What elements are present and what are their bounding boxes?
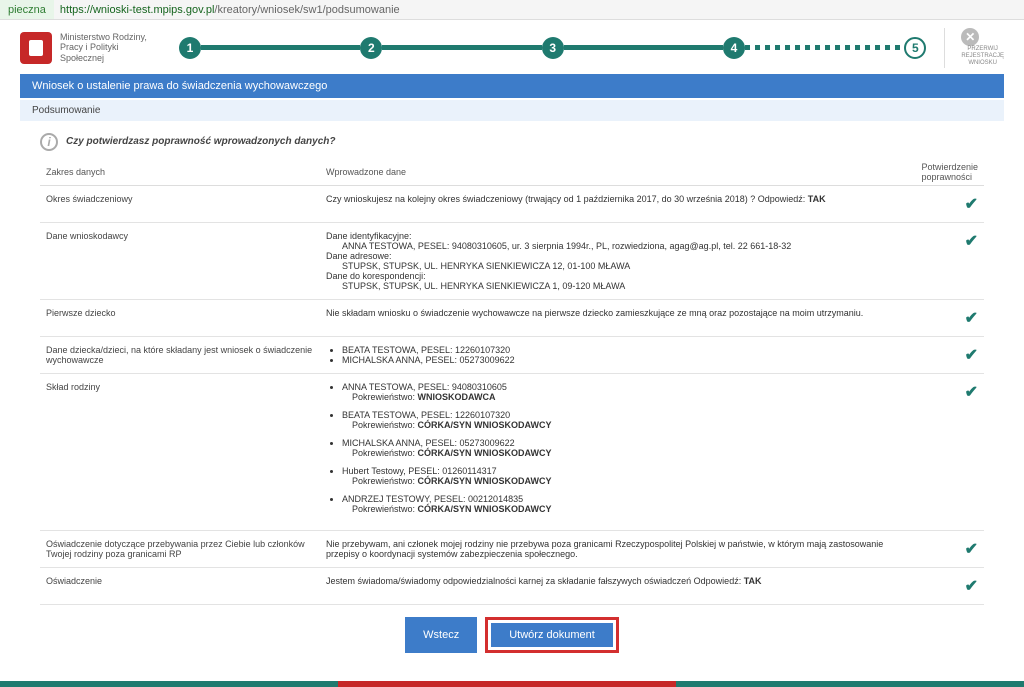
list-item: BEATA TESTOWA, PESEL: 12260107320: [342, 345, 909, 355]
list-item: BEATA TESTOWA, PESEL: 12260107320Pokrewi…: [342, 410, 909, 430]
shield-icon: [20, 32, 52, 64]
url-text[interactable]: https://wnioski-test.mpips.gov.pl/kreato…: [54, 4, 400, 16]
step-4[interactable]: 4: [723, 37, 745, 59]
check-icon: ✔: [965, 384, 978, 401]
label-dzieci: Dane dziecka/dzieci, na które składany j…: [40, 336, 320, 373]
header-data: Wprowadzone dane: [320, 159, 915, 186]
info-icon: i: [40, 133, 58, 151]
stepper: 1 2 3 4 5: [179, 37, 926, 59]
data-pierwsze: Nie składam wniosku o świadczenie wychow…: [320, 299, 915, 336]
logo-line2: Pracy i Polityki Społecznej: [60, 42, 155, 64]
highlight-frame: Utwórz dokument: [485, 617, 619, 653]
url-path: /kreatory/wniosek/sw1/podsumowanie: [214, 4, 399, 16]
check-icon: ✔: [965, 347, 978, 364]
header-range: Zakres danych: [40, 159, 320, 186]
step-bar-3: [564, 45, 723, 50]
ministry-logo: Ministerstwo Rodziny, Pracy i Polityki S…: [20, 32, 155, 64]
confirm-row: i Czy potwierdzasz poprawność wprowadzon…: [40, 129, 984, 159]
page-subtitle: Podsumowanie: [20, 100, 1004, 121]
check-icon: ✔: [965, 578, 978, 595]
list-item: MICHALSKA ANNA, PESEL: 05273009622Pokrew…: [342, 438, 909, 458]
footer-bar: [0, 681, 1024, 687]
step-bar-4: [745, 45, 904, 50]
list-item: ANNA TESTOWA, PESEL: 94080310605Pokrewie…: [342, 382, 909, 402]
create-document-button[interactable]: Utwórz dokument: [491, 623, 613, 647]
page-title: Wniosek o ustalenie prawa do świadczenia…: [20, 74, 1004, 98]
cancel-area[interactable]: ✕ PRZERWIJ REJESTRACJĘ WNIOSKU: [944, 28, 1004, 68]
row-dzieci: Dane dziecka/dzieci, na które składany j…: [40, 336, 984, 373]
row-okres: Okres świadczeniowy Czy wnioskujesz na k…: [40, 185, 984, 222]
cancel-label: PRZERWIJ REJESTRACJĘ WNIOSKU: [961, 46, 1004, 68]
close-icon[interactable]: ✕: [961, 28, 979, 46]
confirm-question: Czy potwierdzasz poprawność wprowadzonyc…: [66, 136, 335, 147]
step-bar-2: [382, 45, 541, 50]
back-button[interactable]: Wstecz: [405, 617, 477, 653]
check-icon: ✔: [965, 196, 978, 213]
label-pierwsze: Pierwsze dziecko: [40, 299, 320, 336]
data-okres: Czy wnioskujesz na kolejny okres świadcz…: [320, 185, 915, 222]
data-wniosk: Dane identyfikacyjne: ANNA TESTOWA, PESE…: [320, 222, 915, 299]
step-1[interactable]: 1: [179, 37, 201, 59]
content: i Czy potwierdzasz poprawność wprowadzon…: [40, 129, 984, 673]
check-icon: ✔: [965, 233, 978, 250]
step-2[interactable]: 2: [360, 37, 382, 59]
label-wniosk: Dane wnioskodawcy: [40, 222, 320, 299]
label-osw-rp: Oświadczenie dotyczące przebywania przez…: [40, 530, 320, 567]
label-osw: Oświadczenie: [40, 567, 320, 604]
row-wnioskodawca: Dane wnioskodawcy Dane identyfikacyjne: …: [40, 222, 984, 299]
check-icon: ✔: [965, 541, 978, 558]
logo-line1: Ministerstwo Rodziny,: [60, 32, 155, 43]
data-dzieci: BEATA TESTOWA, PESEL: 12260107320 MICHAL…: [320, 336, 915, 373]
row-osw: Oświadczenie Jestem świadoma/świadomy od…: [40, 567, 984, 604]
list-item: ANDRZEJ TESTOWY, PESEL: 00212014835Pokre…: [342, 494, 909, 514]
row-osw-rp: Oświadczenie dotyczące przebywania przez…: [40, 530, 984, 567]
row-sklad: Skład rodziny ANNA TESTOWA, PESEL: 94080…: [40, 373, 984, 530]
header-confirm: Potwierdzenie poprawności: [915, 159, 984, 186]
row-pierwsze: Pierwsze dziecko Nie składam wniosku o ś…: [40, 299, 984, 336]
data-osw-rp: Nie przebywam, ani członek mojej rodziny…: [320, 530, 915, 567]
top-bar: Ministerstwo Rodziny, Pracy i Polityki S…: [0, 20, 1024, 74]
check-icon: ✔: [965, 310, 978, 327]
summary-table: Zakres danych Wprowadzone dane Potwierdz…: [40, 159, 984, 605]
buttons-row: Wstecz Utwórz dokument: [40, 605, 984, 673]
list-item: Hubert Testowy, PESEL: 01260114317Pokrew…: [342, 466, 909, 486]
logo-text: Ministerstwo Rodziny, Pracy i Polityki S…: [60, 32, 155, 64]
list-item: MICHALSKA ANNA, PESEL: 05273009622: [342, 355, 909, 365]
label-okres: Okres świadczeniowy: [40, 185, 320, 222]
step-bar-1: [201, 45, 360, 50]
step-5[interactable]: 5: [904, 37, 926, 59]
url-domain: https://wnioski-test.mpips.gov.pl: [60, 4, 214, 16]
label-sklad: Skład rodziny: [40, 373, 320, 530]
step-3[interactable]: 3: [542, 37, 564, 59]
data-sklad: ANNA TESTOWA, PESEL: 94080310605Pokrewie…: [320, 373, 915, 530]
data-osw: Jestem świadoma/świadomy odpowiedzialnoś…: [320, 567, 915, 604]
secure-badge: pieczna: [0, 0, 54, 19]
url-bar: pieczna https://wnioski-test.mpips.gov.p…: [0, 0, 1024, 20]
